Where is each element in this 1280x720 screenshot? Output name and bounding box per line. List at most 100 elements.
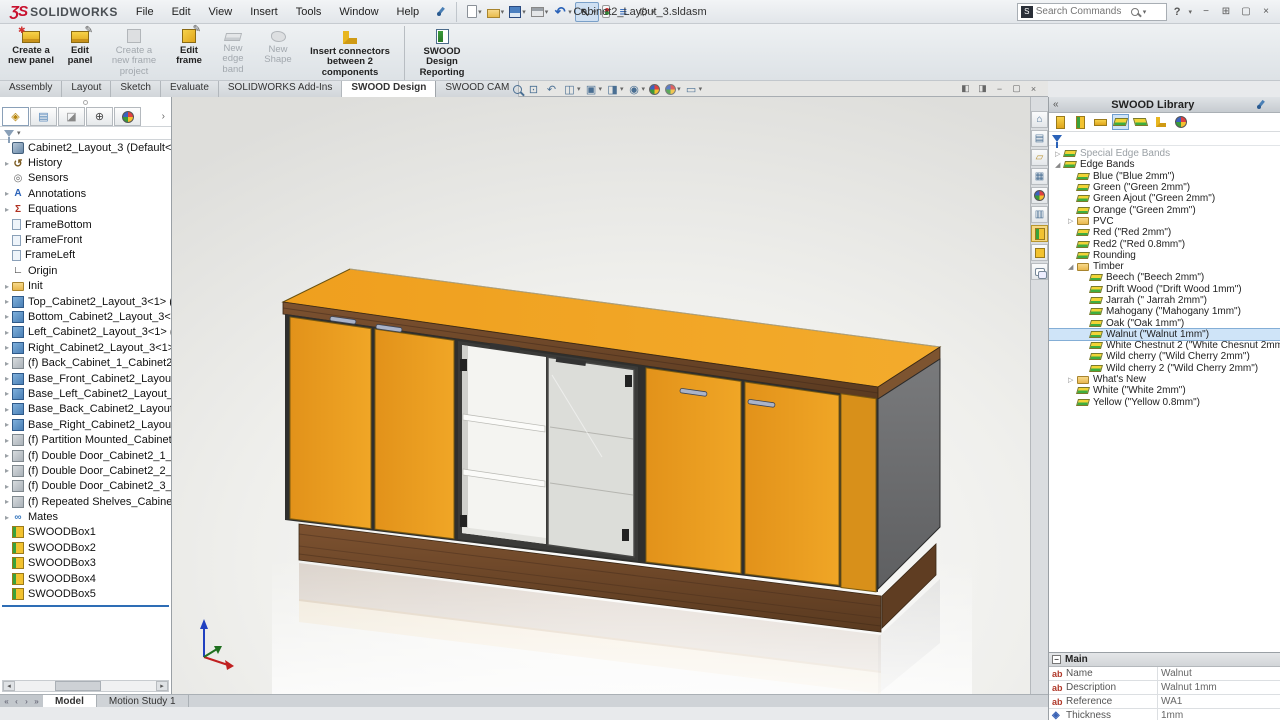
tree-item[interactable]: ▸ Base_Back_Cabinet2_Layout_3<1> (De xyxy=(0,402,171,417)
property-row[interactable]: Thickness 1mm xyxy=(1049,709,1280,720)
tree-item[interactable]: SWOODBox2 xyxy=(0,540,171,555)
expand-arrow-icon[interactable]: ◢ xyxy=(1068,263,1077,271)
scroll-left-icon[interactable]: ◂ xyxy=(3,681,15,691)
library-tree-item[interactable]: Rounding xyxy=(1049,250,1280,261)
toolbar-button[interactable]: ▾ xyxy=(485,4,507,20)
tree-horizontal-scrollbar[interactable]: ◂ ▸ xyxy=(2,680,169,692)
toolbar-button[interactable]: ▾ xyxy=(575,2,600,22)
tree-item[interactable]: SWOODBox4 xyxy=(0,571,171,586)
task-pane-tab[interactable] xyxy=(1031,149,1048,166)
menu-item[interactable]: Window xyxy=(331,3,386,21)
ribbon-tab[interactable]: SWOOD CAM xyxy=(436,81,519,97)
library-tree-item[interactable]: Oak ("Oak 1mm") xyxy=(1049,317,1280,328)
tree-item[interactable]: ▸ Base_Right_Cabinet2_Layout_3<1> (D xyxy=(0,417,171,432)
task-pane-tab[interactable] xyxy=(1031,225,1048,242)
toolbar-button[interactable]: ▾ xyxy=(465,3,484,20)
property-value[interactable]: WA1 xyxy=(1157,695,1280,708)
caret-icon[interactable]: ▾ xyxy=(568,8,572,16)
ribbon-tab[interactable]: Sketch xyxy=(111,81,161,97)
caret-icon[interactable]: ▾ xyxy=(545,8,549,16)
document-tab[interactable]: Motion Study 1 xyxy=(97,695,189,707)
caret-icon[interactable]: ▾ xyxy=(501,8,505,16)
manager-tab[interactable] xyxy=(86,107,113,126)
expand-arrow-icon[interactable]: ▸ xyxy=(2,297,12,306)
library-tool-button[interactable] xyxy=(1072,114,1089,130)
library-filter-funnel-icon[interactable] xyxy=(1052,135,1062,142)
view-tool-button[interactable]: ▾ xyxy=(605,83,625,96)
toolbar-button[interactable]: ▾ xyxy=(529,5,551,19)
toolbar-button[interactable] xyxy=(600,3,613,20)
expand-arrow-icon[interactable]: ▸ xyxy=(2,328,12,337)
task-pane-tab[interactable] xyxy=(1031,263,1048,280)
expand-arrow-icon[interactable]: ▸ xyxy=(2,466,12,475)
tree-item[interactable]: SWOODBox5 xyxy=(0,586,171,601)
tree-item[interactable]: ▸ Equations xyxy=(0,202,171,217)
library-tree-item[interactable]: Drift Wood ("Drift Wood 1mm") xyxy=(1049,284,1280,295)
caret-icon[interactable]: ▾ xyxy=(599,85,603,93)
ribbon-button[interactable]: Edit frame xyxy=(167,26,211,80)
expand-arrow-icon[interactable]: ▸ xyxy=(2,343,12,352)
library-tree-item[interactable]: ▷ Special Edge Bands xyxy=(1049,148,1280,159)
help-caret-icon[interactable]: ▾ xyxy=(1188,8,1192,16)
toolbar-button[interactable]: ▾ xyxy=(507,4,528,20)
library-tree-item[interactable]: Wild cherry ("Wild Cherry 2mm") xyxy=(1049,351,1280,362)
tree-item[interactable]: ▸ Bottom_Cabinet2_Layout_3<1> (Defa xyxy=(0,309,171,324)
tree-item[interactable]: ▸ Base_Front_Cabinet2_Layout_3<1> (D xyxy=(0,371,171,386)
ribbon-tab[interactable]: Assembly xyxy=(0,81,62,97)
scroll-right-icon[interactable]: ▸ xyxy=(156,681,168,691)
ribbon-button[interactable]: New Shape xyxy=(255,26,301,80)
cabinet-3d-view[interactable] xyxy=(172,97,1030,694)
expand-arrow-icon[interactable]: ▸ xyxy=(2,205,12,214)
scrollbar-thumb[interactable] xyxy=(55,681,101,691)
toolbar-button[interactable]: ▾ xyxy=(551,3,574,21)
manager-tab[interactable] xyxy=(58,107,85,126)
library-tree-item[interactable]: Beech ("Beech 2mm") xyxy=(1049,272,1280,283)
ribbon-tab[interactable]: Layout xyxy=(62,81,111,97)
study-nav-icon[interactable]: » xyxy=(32,697,41,706)
property-row[interactable]: Name Walnut xyxy=(1049,667,1280,681)
tree-item[interactable]: ▸ (f) Repeated Shelves_Cabinet2_Layout xyxy=(0,494,171,509)
tree-root-item[interactable]: Cabinet2_Layout_3 (Default<Default_Displ xyxy=(0,140,171,155)
search-icon[interactable] xyxy=(1131,8,1139,16)
viewport-window-button[interactable]: ◧ xyxy=(957,81,974,96)
panel-splitter-handle[interactable] xyxy=(83,100,88,105)
property-value[interactable]: Walnut 1mm xyxy=(1157,681,1280,694)
expand-arrow-icon[interactable]: ▸ xyxy=(2,420,12,429)
view-tool-button[interactable] xyxy=(526,83,542,96)
tree-item[interactable]: ▸ Init xyxy=(0,279,171,294)
library-tree-item[interactable]: Orange ("Green 2mm") xyxy=(1049,204,1280,215)
toolbar-button[interactable] xyxy=(614,3,633,21)
manager-tab[interactable] xyxy=(114,107,141,126)
viewport-window-button[interactable]: − xyxy=(991,81,1008,96)
property-value[interactable]: 1mm xyxy=(1157,709,1280,720)
tree-item[interactable]: ▸ Left_Cabinet2_Layout_3<1> (Default< xyxy=(0,325,171,340)
search-box[interactable]: S ▾ xyxy=(1017,3,1167,21)
tree-item[interactable]: ▸ History xyxy=(0,155,171,170)
task-pane-tab[interactable] xyxy=(1031,111,1048,128)
caret-icon[interactable]: ▾ xyxy=(677,85,681,93)
library-tool-button[interactable] xyxy=(1172,114,1189,130)
tree-item[interactable]: Origin xyxy=(0,263,171,278)
task-pane-tab[interactable] xyxy=(1031,206,1048,223)
ribbon-button[interactable]: Insert connectors between 2 components xyxy=(303,26,397,80)
collapse-section-icon[interactable]: − xyxy=(1052,655,1061,664)
library-tree-item[interactable]: Green Ajout ("Green 2mm") xyxy=(1049,193,1280,204)
expand-arrow-icon[interactable]: ▸ xyxy=(2,312,12,321)
task-pane-tab[interactable] xyxy=(1031,187,1048,204)
ribbon-button[interactable]: New edge band xyxy=(213,26,253,80)
tree-item[interactable]: ▸ (f) Double Door_Cabinet2_3_Cabinet2_ xyxy=(0,479,171,494)
menu-item[interactable]: Tools xyxy=(288,3,330,21)
library-tool-button[interactable] xyxy=(1152,114,1169,130)
tree-item[interactable]: ▸ (f) Partition Mounted_Cabinet2_1_Cab xyxy=(0,432,171,447)
tree-item[interactable]: Sensors xyxy=(0,171,171,186)
library-tree-item[interactable]: Mahogany ("Mahogany 1mm") xyxy=(1049,306,1280,317)
library-tree-item[interactable]: ▷ What's New xyxy=(1049,374,1280,385)
viewport-window-button[interactable]: × xyxy=(1025,81,1042,96)
task-pane-tab[interactable] xyxy=(1031,130,1048,147)
menu-item[interactable]: File xyxy=(128,3,162,21)
property-row[interactable]: Description Walnut 1mm xyxy=(1049,681,1280,695)
window-control-button[interactable]: ▢ xyxy=(1236,4,1256,20)
help-button[interactable]: ? xyxy=(1171,6,1184,18)
library-tool-button[interactable] xyxy=(1112,114,1129,130)
expand-arrow-icon[interactable]: ▸ xyxy=(2,497,12,506)
